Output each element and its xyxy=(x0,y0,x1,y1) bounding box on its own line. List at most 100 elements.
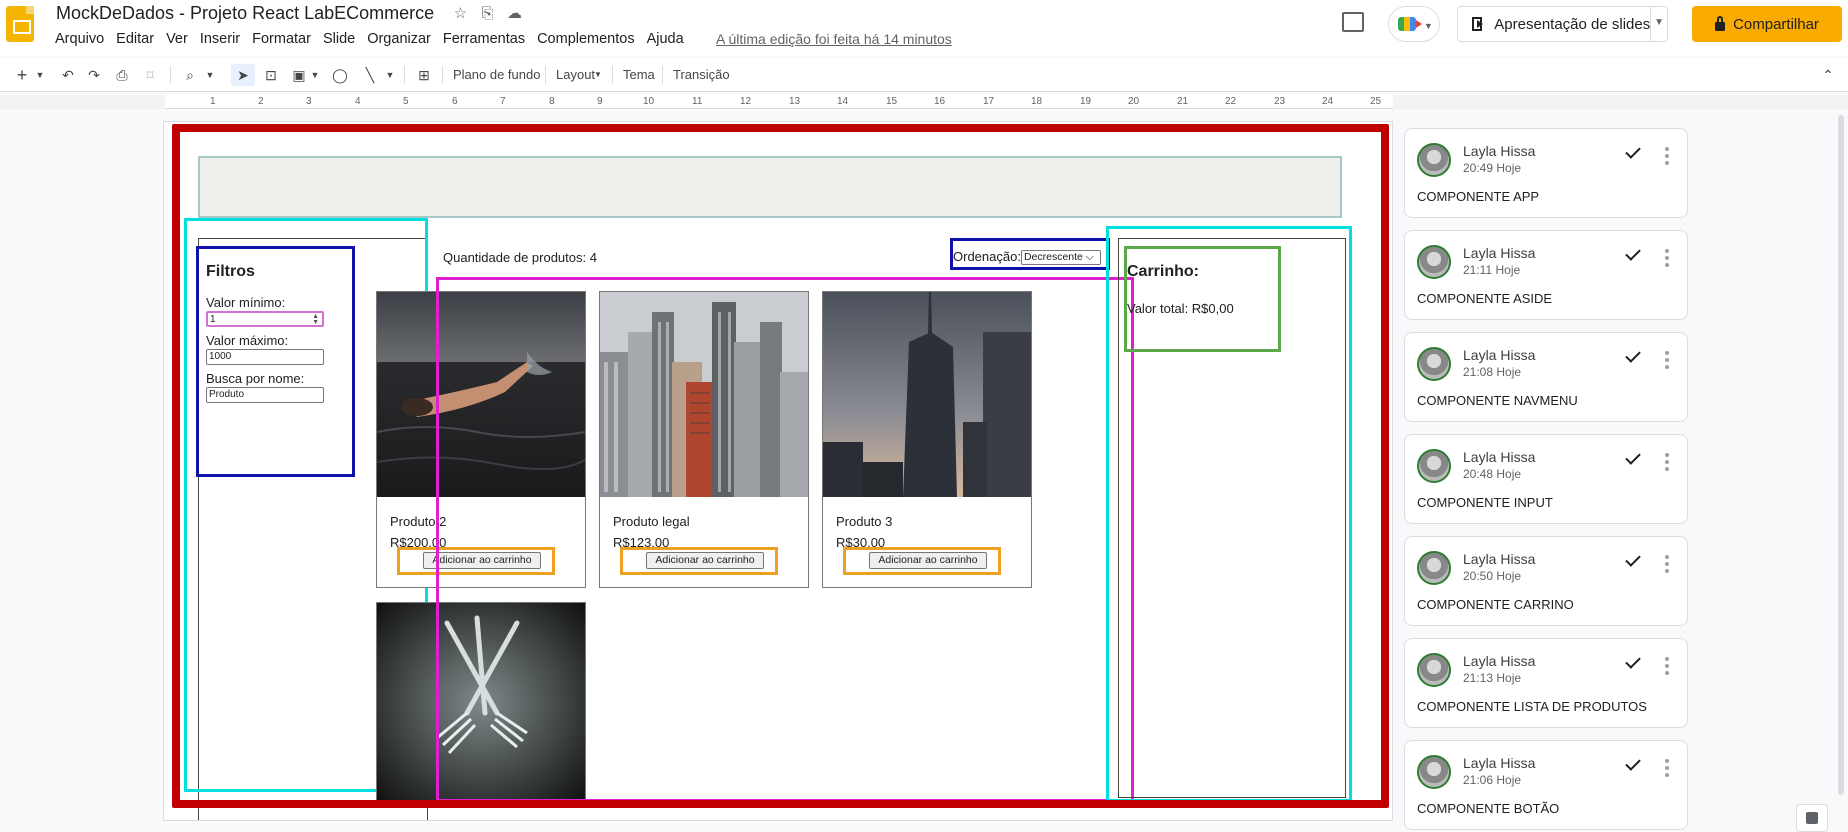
background-button[interactable]: Plano de fundo xyxy=(453,67,540,82)
theme-button[interactable]: Tema xyxy=(623,67,655,82)
comment-author: Layla Hissa xyxy=(1463,347,1536,363)
comment-time: 21:06 Hoje xyxy=(1463,773,1522,787)
ruler[interactable]: 1 2 3 4 5 6 7 8 9 10 11 12 13 14 15 16 1… xyxy=(165,95,1393,109)
print-icon[interactable]: ⎙ xyxy=(112,64,132,86)
comment-card[interactable]: Layla Hissa 20:48 Hoje COMPONENTE INPUT xyxy=(1404,434,1688,524)
menu-complementos[interactable]: Complementos xyxy=(531,31,641,47)
zoom-dropdown-icon[interactable]: ▼ xyxy=(204,64,216,86)
comment-time: 20:50 Hoje xyxy=(1463,569,1522,583)
menu-organizar[interactable]: Organizar xyxy=(361,31,437,47)
add-comment-icon[interactable]: ⊞ xyxy=(414,64,434,86)
avatar[interactable] xyxy=(1417,755,1451,789)
new-slide-icon[interactable]: + xyxy=(12,64,32,86)
last-edit-link[interactable]: A última edição foi feita há 14 minutos xyxy=(716,31,952,47)
explore-icon[interactable] xyxy=(1796,804,1828,832)
image-icon[interactable]: ▣ xyxy=(289,64,309,86)
comment-time: 21:11 Hoje xyxy=(1463,263,1521,277)
resolve-check-icon[interactable] xyxy=(1625,653,1641,669)
comment-time: 21:08 Hoje xyxy=(1463,365,1522,379)
avatar[interactable] xyxy=(1417,653,1451,687)
share-button[interactable]: Compartilhar xyxy=(1692,6,1842,42)
move-folder-icon[interactable]: ⎘ xyxy=(479,5,496,22)
text-box-icon[interactable]: ⊡ xyxy=(261,64,281,86)
ruler-number: 12 xyxy=(740,96,752,107)
more-vert-icon[interactable] xyxy=(1665,759,1669,777)
avatar[interactable] xyxy=(1417,551,1451,585)
ruler-number: 20 xyxy=(1128,96,1140,107)
resolve-check-icon[interactable] xyxy=(1625,755,1641,771)
meet-button[interactable]: ▼ xyxy=(1388,6,1440,42)
menu-editar[interactable]: Editar xyxy=(110,31,160,47)
comment-text: COMPONENTE BOTÃO xyxy=(1417,801,1560,816)
more-vert-icon[interactable] xyxy=(1665,555,1669,573)
menu-inserir[interactable]: Inserir xyxy=(194,31,246,47)
menu-ferramentas[interactable]: Ferramentas xyxy=(437,31,531,47)
paint-format-icon[interactable]: ⌑ xyxy=(140,64,160,86)
ruler-number: 13 xyxy=(789,96,801,107)
chevron-down-icon: ▼ xyxy=(1424,21,1433,31)
avatar[interactable] xyxy=(1417,143,1451,177)
slide-canvas[interactable]: Filtros Valor mínimo: 1 ▲ ▼ Valor máximo:… xyxy=(163,121,1393,821)
more-vert-icon[interactable] xyxy=(1665,453,1669,471)
resolve-check-icon[interactable] xyxy=(1625,245,1641,261)
document-title[interactable]: MockDeDados - Projeto React LabECommerce xyxy=(56,3,434,24)
line-dropdown-icon[interactable]: ▼ xyxy=(384,64,396,86)
comment-text: COMPONENTE CARRINO xyxy=(1417,597,1574,612)
comment-time: 20:48 Hoje xyxy=(1463,467,1522,481)
avatar[interactable] xyxy=(1417,449,1451,483)
menu-formatar[interactable]: Formatar xyxy=(246,31,317,47)
slides-logo-icon[interactable] xyxy=(6,6,34,42)
cloud-status-icon[interactable]: ☁ xyxy=(506,5,523,22)
ruler-number: 16 xyxy=(934,96,946,107)
comment-card[interactable]: Layla Hissa 20:49 Hoje COMPONENTE APP xyxy=(1404,128,1688,218)
resolve-check-icon[interactable] xyxy=(1625,449,1641,465)
resolve-check-icon[interactable] xyxy=(1625,551,1641,567)
ruler-number: 25 xyxy=(1370,96,1382,107)
layout-button[interactable]: Layout xyxy=(556,67,595,82)
title-icons: ☆ ⎘ ☁ xyxy=(452,5,523,22)
comment-text: COMPONENTE NAVMENU xyxy=(1417,393,1578,408)
menu-ver[interactable]: Ver xyxy=(160,31,194,47)
redo-icon[interactable]: ↷ xyxy=(84,64,104,86)
more-vert-icon[interactable] xyxy=(1665,351,1669,369)
avatar[interactable] xyxy=(1417,245,1451,279)
zoom-icon[interactable]: ⌕ xyxy=(180,64,200,86)
present-dropdown-icon[interactable]: ▼ xyxy=(1650,6,1667,42)
resolve-check-icon[interactable] xyxy=(1625,143,1641,159)
resolve-check-icon[interactable] xyxy=(1625,347,1641,363)
comment-history-icon[interactable] xyxy=(1342,12,1364,32)
shape-icon[interactable]: ◯ xyxy=(330,64,350,86)
new-slide-dropdown-icon[interactable]: ▼ xyxy=(34,64,46,86)
lock-icon xyxy=(1715,15,1726,31)
more-vert-icon[interactable] xyxy=(1665,147,1669,165)
comment-text: COMPONENTE APP xyxy=(1417,189,1540,204)
ruler-number: 4 xyxy=(355,96,361,107)
layout-dropdown-icon[interactable]: ▼ xyxy=(593,64,603,86)
select-pointer-icon[interactable]: ➤ xyxy=(231,64,255,86)
image-dropdown-icon[interactable]: ▼ xyxy=(309,64,321,86)
more-vert-icon[interactable] xyxy=(1665,657,1669,675)
menu-ajuda[interactable]: Ajuda xyxy=(641,31,690,47)
menu-slide[interactable]: Slide xyxy=(317,31,361,47)
comment-card[interactable]: Layla Hissa 21:06 Hoje COMPONENTE BOTÃO xyxy=(1404,740,1688,830)
ruler-number: 21 xyxy=(1177,96,1189,107)
comment-card[interactable]: Layla Hissa 20:50 Hoje COMPONENTE CARRIN… xyxy=(1404,536,1688,626)
more-vert-icon[interactable] xyxy=(1665,249,1669,267)
present-button[interactable]: Apresentação de slides ▼ xyxy=(1457,6,1668,42)
line-icon[interactable]: ╲ xyxy=(360,64,380,86)
comment-text: COMPONENTE ASIDE xyxy=(1417,291,1553,306)
collapse-toolbar-icon[interactable]: ⌃ xyxy=(1818,64,1838,86)
menu-arquivo[interactable]: Arquivo xyxy=(49,31,110,47)
undo-icon[interactable]: ↶ xyxy=(58,64,78,86)
toolbar-divider xyxy=(442,66,443,84)
star-icon[interactable]: ☆ xyxy=(452,5,469,22)
ruler-number: 22 xyxy=(1225,96,1237,107)
comment-author: Layla Hissa xyxy=(1463,245,1536,261)
comment-card[interactable]: Layla Hissa 21:08 Hoje COMPONENTE NAVMEN… xyxy=(1404,332,1688,422)
comment-card[interactable]: Layla Hissa 21:11 Hoje COMPONENTE ASIDE xyxy=(1404,230,1688,320)
comment-author: Layla Hissa xyxy=(1463,755,1536,771)
avatar[interactable] xyxy=(1417,347,1451,381)
scrollbar[interactable] xyxy=(1838,115,1844,795)
comment-card[interactable]: Layla Hissa 21:13 Hoje COMPONENTE LISTA … xyxy=(1404,638,1688,728)
transition-button[interactable]: Transição xyxy=(673,67,730,82)
